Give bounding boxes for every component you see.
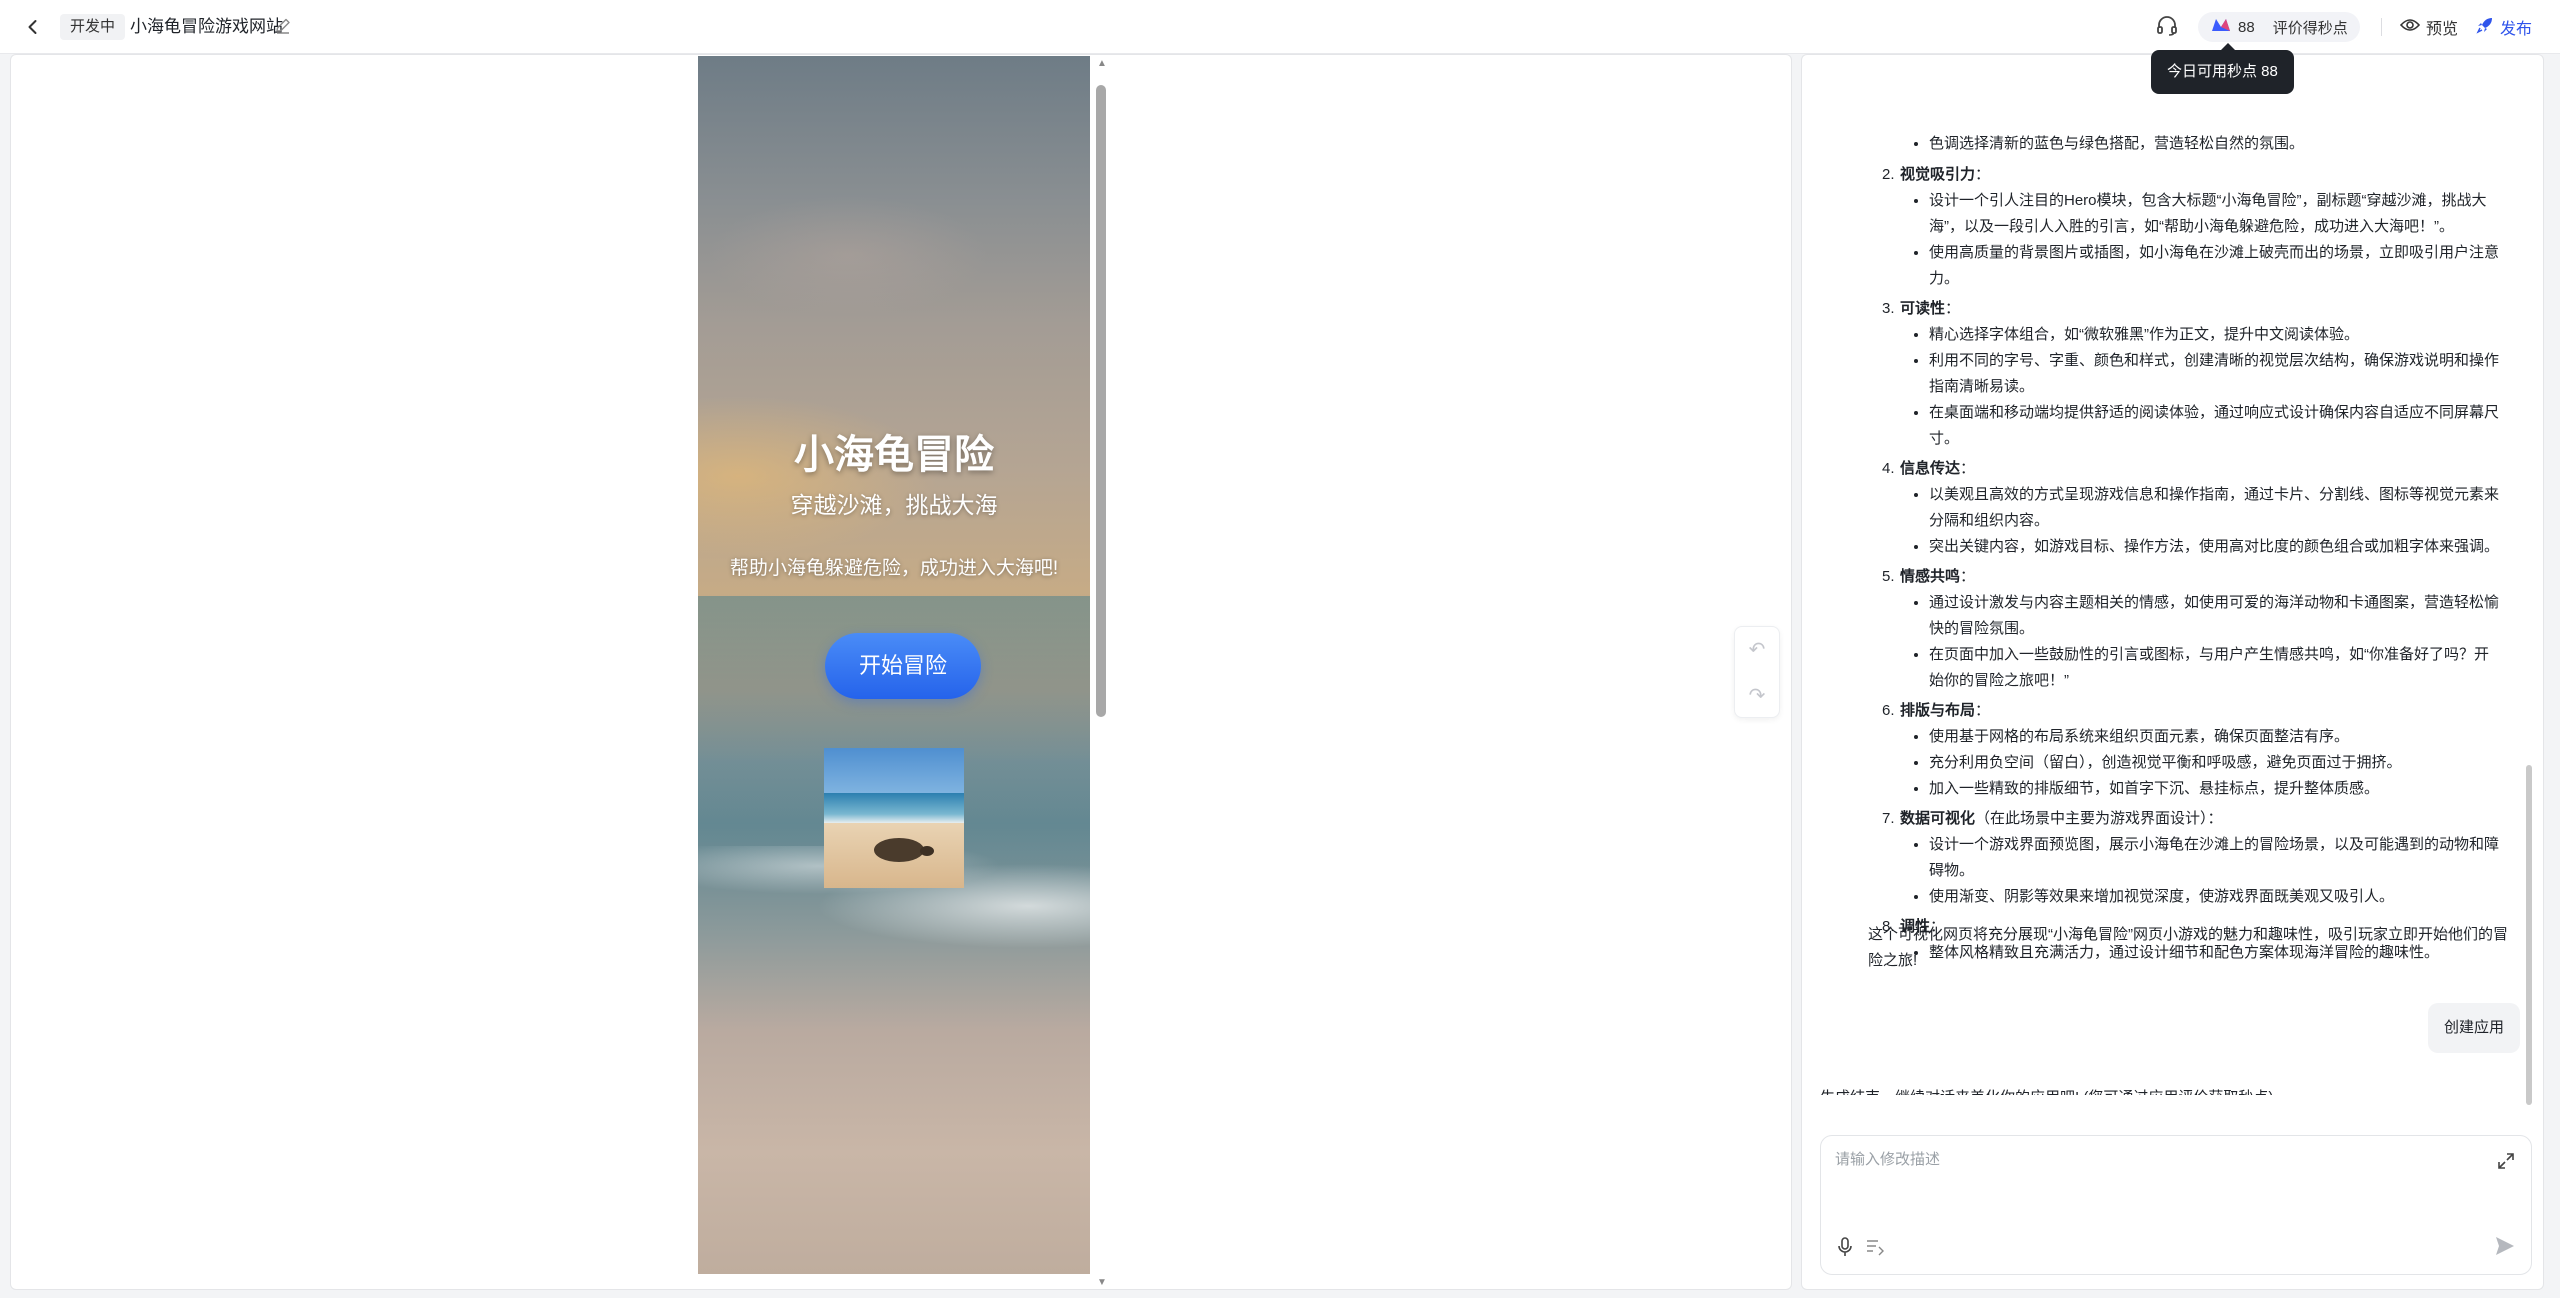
expand-icon[interactable] bbox=[2497, 1152, 2517, 1172]
scroll-down-arrow-icon[interactable]: ▼ bbox=[1097, 1277, 1107, 1288]
chat-messages[interactable]: 色调选择清新的蓝色与绿色搭配，营造轻松自然的氛围。 2.视觉吸引力：设计一个引人… bbox=[1802, 55, 2543, 1095]
points-label: 评价得秒点 bbox=[2272, 19, 2348, 37]
bullet-list: 以美观且高效的方式呈现游戏信息和操作指南，通过卡片、分割线、图标等视觉元素来分隔… bbox=[1882, 482, 2502, 560]
back-arrow-icon[interactable] bbox=[20, 14, 46, 40]
list-number: 2. bbox=[1882, 166, 1895, 183]
hero-subtitle: 穿越沙滩，挑战大海 bbox=[790, 492, 998, 518]
section-title: 视觉吸引力 bbox=[1900, 166, 1976, 183]
section-title-suffix: ： bbox=[1960, 460, 1976, 477]
section-title-suffix: ： bbox=[1945, 300, 1961, 317]
ordered-list: 2.视觉吸引力：设计一个引人注目的Hero模块，包含大标题“小海龟冒险”，副标题… bbox=[1882, 162, 2502, 970]
undo-redo-toolbar: ↶ ↷ bbox=[1734, 626, 1780, 718]
status-badge: 开发中 bbox=[60, 14, 126, 40]
section-title-suffix: ： bbox=[1975, 702, 1991, 719]
section-title-suffix: ： bbox=[1975, 166, 1991, 183]
list-item: 充分利用负空间（留白），创造视觉平衡和呼吸感，避免页面过于拥挤。 bbox=[1929, 750, 2502, 776]
list-item: 突出关键内容，如游戏目标、操作方法，使用高对比度的颜色组合或加粗字体来强调。 bbox=[1929, 534, 2502, 560]
section-heading: 情感共鸣： bbox=[1882, 564, 2502, 590]
eye-icon bbox=[2399, 17, 2421, 38]
list-item: 使用基于网格的布局系统来组织页面元素，确保页面整洁有序。 bbox=[1929, 724, 2502, 750]
publish-button[interactable]: 发布 bbox=[2476, 14, 2532, 40]
preview-panel: 小海龟冒险 穿越沙滩，挑战大海 帮助小海龟躲避危险，成功进入大海吧! 开始冒险 … bbox=[10, 54, 1792, 1290]
app-preview-frame[interactable]: 小海龟冒险 穿越沙滩，挑战大海 帮助小海龟躲避危险，成功进入大海吧! 开始冒险 bbox=[698, 56, 1090, 1274]
prompt-input-box bbox=[1820, 1135, 2532, 1275]
headset-icon[interactable] bbox=[2155, 14, 2181, 40]
user-message-bubble: 创建应用 bbox=[2428, 1003, 2521, 1053]
send-icon[interactable] bbox=[2493, 1234, 2519, 1260]
section-heading: 可读性： bbox=[1882, 296, 2502, 322]
scrollbar-thumb[interactable] bbox=[1096, 85, 1106, 717]
section-heading: 视觉吸引力： bbox=[1882, 162, 2502, 188]
undo-icon[interactable]: ↶ bbox=[1735, 627, 1779, 673]
bullet-list: 设计一个游戏界面预览图，展示小海龟在沙滩上的冒险场景，以及可能遇到的动物和障碍物… bbox=[1882, 832, 2502, 910]
list-item: 色调选择清新的蓝色与绿色搭配，营造轻松自然的氛围。 bbox=[1929, 131, 2502, 157]
list-item: 以美观且高效的方式呈现游戏信息和操作指南，通过卡片、分割线、图标等视觉元素来分隔… bbox=[1929, 482, 2502, 534]
list-item: 精心选择字体组合，如“微软雅黑”作为正文，提升中文阅读体验。 bbox=[1929, 322, 2502, 348]
ordered-list-item: 6.排版与布局：使用基于网格的布局系统来组织页面元素，确保页面整洁有序。充分利用… bbox=[1882, 698, 2502, 802]
section-title: 可读性 bbox=[1900, 300, 1946, 317]
list-item: 使用高质量的背景图片或插图，如小海龟在沙滩上破壳而出的场景，立即吸引用户注意力。 bbox=[1929, 240, 2502, 292]
list-item: 设计一个引人注目的Hero模块，包含大标题“小海龟冒险”，副标题“穿越沙滩，挑战… bbox=[1929, 188, 2502, 240]
points-tooltip: 今日可用秒点 88 bbox=[2151, 43, 2294, 94]
list-item: 通过设计激发与内容主题相关的情感，如使用可爱的海洋动物和卡通图案，营造轻松愉快的… bbox=[1929, 590, 2502, 642]
edit-pencil-icon[interactable] bbox=[274, 17, 294, 37]
points-logo-icon bbox=[2210, 17, 2232, 37]
list-item: 加入一些精致的排版细节，如首字下沉、悬挂标点，提升整体质感。 bbox=[1929, 776, 2502, 802]
bullet-list: 通过设计激发与内容主题相关的情感，如使用可爱的海洋动物和卡通图案，营造轻松愉快的… bbox=[1882, 590, 2502, 694]
hero-quote: 帮助小海龟躲避危险，成功进入大海吧! bbox=[729, 558, 1059, 579]
points-value: 88 bbox=[2238, 18, 2255, 36]
list-number: 3. bbox=[1882, 300, 1895, 317]
list-number: 5. bbox=[1882, 568, 1895, 585]
list-icon[interactable] bbox=[1865, 1236, 1887, 1258]
section-heading: 排版与布局： bbox=[1882, 698, 2502, 724]
points-button[interactable]: 88 评价得秒点 bbox=[2198, 12, 2360, 42]
scroll-up-arrow-icon[interactable]: ▲ bbox=[1097, 58, 1107, 69]
preview-label: 预览 bbox=[2426, 21, 2459, 38]
ordered-list-item: 7.数据可视化（在此场景中主要为游戏界面设计）：设计一个游戏界面预览图，展示小海… bbox=[1882, 806, 2502, 910]
section-heading: 数据可视化（在此场景中主要为游戏界面设计）： bbox=[1882, 806, 2502, 832]
ordered-list-item: 3.可读性：精心选择字体组合，如“微软雅黑”作为正文，提升中文阅读体验。利用不同… bbox=[1882, 296, 2502, 452]
list-number: 6. bbox=[1882, 702, 1895, 719]
ordered-list-item: 5.情感共鸣：通过设计激发与内容主题相关的情感，如使用可爱的海洋动物和卡通图案，… bbox=[1882, 564, 2502, 694]
partial-list: 色调选择清新的蓝色与绿色搭配，营造轻松自然的氛围。 bbox=[1882, 131, 2502, 157]
bullet-list: 精心选择字体组合，如“微软雅黑”作为正文，提升中文阅读体验。利用不同的字号、字重… bbox=[1882, 322, 2502, 452]
publish-label: 发布 bbox=[2500, 21, 2533, 38]
section-title-suffix: ： bbox=[1960, 568, 1976, 585]
section-title: 情感共鸣 bbox=[1900, 568, 1961, 585]
hero-title: 小海龟冒险 bbox=[794, 433, 994, 477]
divider bbox=[2381, 18, 2382, 36]
prompt-input[interactable] bbox=[1835, 1148, 2435, 1208]
turtle-image bbox=[824, 748, 964, 888]
section-title: 排版与布局 bbox=[1900, 702, 1976, 719]
list-number: 4. bbox=[1882, 460, 1895, 477]
generation-status: 生成结束，继续对话来美化你的应用吧! (您可通过应用评价获取秒点) bbox=[1820, 1085, 2273, 1095]
list-item: 设计一个游戏界面预览图，展示小海龟在沙滩上的冒险场景，以及可能遇到的动物和障碍物… bbox=[1929, 832, 2502, 884]
closing-paragraph: 这个可视化网页将充分展现“小海龟冒险”网页小游戏的魅力和趣味性，吸引玩家立即开始… bbox=[1868, 926, 2508, 969]
section-title: 数据可视化 bbox=[1900, 810, 1976, 827]
start-adventure-button[interactable]: 开始冒险 bbox=[825, 633, 981, 699]
scrollbar-thumb[interactable] bbox=[2526, 765, 2532, 1105]
section-heading: 信息传达： bbox=[1882, 456, 2502, 482]
list-item: 使用渐变、阴影等效果来增加视觉深度，使游戏界面既美观又吸引人。 bbox=[1929, 884, 2502, 910]
preview-scrollbar[interactable]: ▲ ▼ bbox=[1094, 58, 1108, 1288]
project-title: 小海龟冒险游戏网站 bbox=[130, 17, 283, 36]
preview-button[interactable]: 预览 bbox=[2399, 14, 2459, 40]
list-item: 利用不同的字号、字重、颜色和样式，创建清晰的视觉层次结构，确保游戏说明和操作指南… bbox=[1929, 348, 2502, 400]
section-title-suffix: （在此场景中主要为游戏界面设计）： bbox=[1975, 810, 2223, 827]
chat-scrollbar[interactable] bbox=[2526, 55, 2534, 1105]
list-item: 在页面中加入一些鼓励性的引言或图标，与用户产生情感共鸣，如“你准备好了吗？开始你… bbox=[1929, 642, 2502, 694]
chat-panel: 色调选择清新的蓝色与绿色搭配，营造轻松自然的氛围。 2.视觉吸引力：设计一个引人… bbox=[1801, 54, 2544, 1290]
bullet-list: 使用基于网格的布局系统来组织页面元素，确保页面整洁有序。充分利用负空间（留白），… bbox=[1882, 724, 2502, 802]
bullet-list: 设计一个引人注目的Hero模块，包含大标题“小海龟冒险”，副标题“穿越沙滩，挑战… bbox=[1882, 188, 2502, 292]
rocket-icon bbox=[2476, 16, 2494, 39]
microphone-icon[interactable] bbox=[1835, 1236, 1857, 1258]
list-item: 在桌面端和移动端均提供舒适的阅读体验，通过响应式设计确保内容自适应不同屏幕尺寸。 bbox=[1929, 400, 2502, 452]
ordered-list-item: 2.视觉吸引力：设计一个引人注目的Hero模块，包含大标题“小海龟冒险”，副标题… bbox=[1882, 162, 2502, 292]
ordered-list-item: 4.信息传达：以美观且高效的方式呈现游戏信息和操作指南，通过卡片、分割线、图标等… bbox=[1882, 456, 2502, 560]
section-title: 信息传达 bbox=[1900, 460, 1961, 477]
redo-icon[interactable]: ↷ bbox=[1735, 673, 1779, 719]
top-bar: 开发中 小海龟冒险游戏网站 88 评价得秒点 预览 发布 bbox=[0, 0, 2560, 54]
list-number: 7. bbox=[1882, 810, 1895, 827]
